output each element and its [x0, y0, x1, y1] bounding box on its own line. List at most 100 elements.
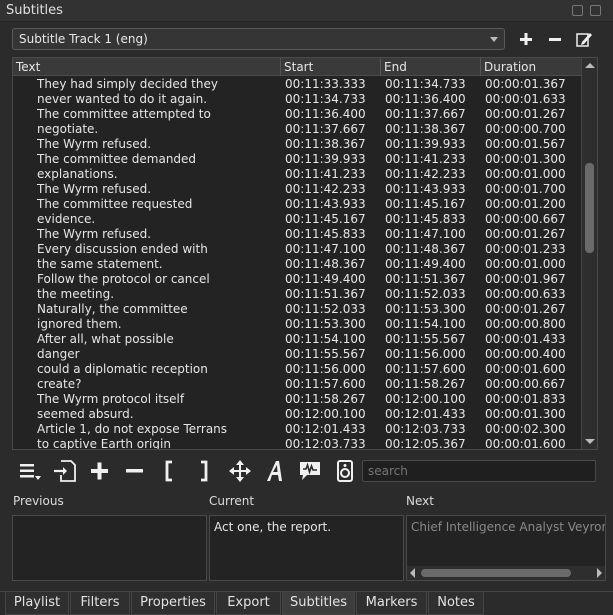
- panel-title: Subtitles: [6, 3, 63, 18]
- cell-duration: 00:00:00.700: [485, 122, 566, 136]
- column-header-start[interactable]: Start: [281, 58, 381, 76]
- import-button[interactable]: [49, 455, 79, 485]
- table-row[interactable]: Every discussion ended with 00:11:47.100 0…: [13, 242, 581, 257]
- table-row[interactable]: ignored them. 00:11:53.300 00:11:54.100 00:…: [13, 317, 581, 332]
- cell-end: 00:11:41.233: [385, 152, 466, 166]
- speaker-icon: [337, 460, 353, 482]
- cell-end: 00:12:05.367: [385, 437, 466, 449]
- table-row[interactable]: negotiate. 00:11:37.667 00:11:38.367 00:00:…: [13, 122, 581, 137]
- cell-start: 00:12:01.433: [285, 422, 366, 436]
- table-header: Text Start End Duration: [13, 58, 581, 76]
- cell-end: 00:11:54.100: [385, 317, 466, 331]
- scroll-right-icon[interactable]: [597, 568, 602, 578]
- table-row[interactable]: never wanted to do it again. 00:11:34.733…: [13, 92, 581, 107]
- table-vertical-scrollbar[interactable]: [581, 58, 597, 449]
- tab-properties[interactable]: Properties: [131, 592, 215, 615]
- table-row[interactable]: could a diplomatic reception 00:11:56.000…: [13, 362, 581, 377]
- column-header-text[interactable]: Text: [13, 58, 281, 76]
- text-to-speech-button[interactable]: [329, 455, 359, 485]
- cell-end: 00:12:00.100: [385, 392, 466, 406]
- cell-duration: 00:00:01.267: [485, 302, 566, 316]
- float-icon[interactable]: [572, 5, 583, 16]
- tab-notes[interactable]: Notes: [428, 592, 484, 615]
- scroll-down-icon[interactable]: [585, 439, 595, 444]
- table-row[interactable]: The Wyrm refused. 00:11:38.367 00:11:39.93…: [13, 137, 581, 152]
- current-subtitle-pane[interactable]: Act one, the report.: [209, 515, 404, 581]
- set-start-button[interactable]: [154, 455, 184, 485]
- cell-end: 00:11:52.033: [385, 287, 466, 301]
- table-row[interactable]: Follow the protocol or cancel 00:11:49.40…: [13, 272, 581, 287]
- column-header-duration[interactable]: Duration: [481, 58, 581, 76]
- add-track-button[interactable]: [516, 29, 536, 49]
- cell-end: 00:11:48.367: [385, 242, 466, 256]
- tab-export[interactable]: Export: [216, 592, 281, 615]
- cell-start: 00:11:58.267: [285, 392, 366, 406]
- table-row[interactable]: The committee requested 00:11:43.933 00:11…: [13, 197, 581, 212]
- move-button[interactable]: [224, 455, 254, 485]
- cell-end: 00:11:47.100: [385, 227, 466, 241]
- table-row[interactable]: Naturally, the committee 00:11:52.033 00:1…: [13, 302, 581, 317]
- menu-button[interactable]: [14, 455, 44, 485]
- cell-start: 00:12:03.733: [285, 437, 366, 449]
- table-row[interactable]: The Wyrm refused. 00:11:45.833 00:11:47.10…: [13, 227, 581, 242]
- column-header-end[interactable]: End: [381, 58, 481, 76]
- current-label: Current: [209, 494, 255, 508]
- table-row[interactable]: The committee attempted to 00:11:36.400 00…: [13, 107, 581, 122]
- table-row[interactable]: After all, what possible 00:11:54.100 00:1…: [13, 332, 581, 347]
- scroll-thumb[interactable]: [421, 569, 571, 577]
- table-row[interactable]: They had simply decided they 00:11:33.333…: [13, 77, 581, 92]
- cell-duration: 00:00:01.367: [485, 77, 566, 91]
- text-style-button[interactable]: [259, 455, 289, 485]
- cell-end: 00:11:45.833: [385, 212, 466, 226]
- table-row[interactable]: seemed absurd. 00:12:00.100 00:12:01.433 00…: [13, 407, 581, 422]
- add-subtitle-button[interactable]: [84, 455, 114, 485]
- scroll-thumb[interactable]: [585, 163, 594, 253]
- subtitle-track-value: Subtitle Track 1 (eng): [19, 32, 148, 46]
- edit-track-button[interactable]: [574, 29, 594, 49]
- table-row[interactable]: The Wyrm protocol itself 00:11:58.267 00:1…: [13, 392, 581, 407]
- table-row[interactable]: the meeting. 00:11:51.367 00:11:52.033 00:0…: [13, 287, 581, 302]
- next-label: Next: [406, 494, 434, 508]
- set-end-button[interactable]: [189, 455, 219, 485]
- cell-text: evidence.: [37, 212, 96, 226]
- cell-duration: 00:00:01.200: [485, 197, 566, 211]
- tab-subtitles[interactable]: Subtitles: [282, 592, 355, 615]
- plus-icon: [91, 462, 108, 480]
- table-row[interactable]: The committee demanded 00:11:39.933 00:11:…: [13, 152, 581, 167]
- tab-filters[interactable]: Filters: [70, 592, 130, 615]
- close-icon[interactable]: [590, 5, 601, 16]
- cell-end: 00:11:49.400: [385, 257, 466, 271]
- cell-text: The Wyrm protocol itself: [37, 392, 185, 406]
- speech-bubble-icon: [300, 462, 320, 480]
- search-input[interactable]: [362, 460, 596, 482]
- table-row[interactable]: The Wyrm refused. 00:11:42.233 00:11:43.93…: [13, 182, 581, 197]
- table-row[interactable]: explanations. 00:11:41.233 00:11:42.233 00:…: [13, 167, 581, 182]
- table-row[interactable]: to captive Earth origin 00:12:03.733 00:12…: [13, 437, 581, 449]
- cell-start: 00:11:54.100: [285, 332, 366, 346]
- cell-start: 00:11:49.400: [285, 272, 366, 286]
- cell-text: The Wyrm refused.: [37, 227, 152, 241]
- tab-playlist[interactable]: Playlist: [5, 592, 69, 615]
- cell-end: 00:11:38.367: [385, 122, 466, 136]
- scroll-up-icon[interactable]: [585, 63, 595, 68]
- previous-label: Previous: [13, 494, 64, 508]
- table-row[interactable]: the same statement. 00:11:48.367 00:11:49.…: [13, 257, 581, 272]
- subtitle-table[interactable]: Text Start End Duration They had simply …: [12, 57, 598, 450]
- cell-text: the meeting.: [37, 287, 115, 301]
- cell-start: 00:11:51.367: [285, 287, 366, 301]
- remove-subtitle-button[interactable]: [119, 455, 149, 485]
- plus-icon: [520, 33, 532, 45]
- cell-text: Follow the protocol or cancel: [37, 272, 210, 286]
- table-row[interactable]: Article 1, do not expose Terrans 00:12:01…: [13, 422, 581, 437]
- cell-text: danger: [37, 347, 80, 361]
- speech-to-text-button[interactable]: [294, 455, 324, 485]
- table-row[interactable]: create? 00:11:57.600 00:11:58.267 00:00:00.…: [13, 377, 581, 392]
- tab-markers[interactable]: Markers: [356, 592, 427, 615]
- subtitle-track-select[interactable]: Subtitle Track 1 (eng): [12, 28, 505, 50]
- remove-track-button[interactable]: [545, 29, 565, 49]
- table-row[interactable]: danger 00:11:55.567 00:11:56.000 00:00:00.4…: [13, 347, 581, 362]
- previous-subtitle-pane: [12, 515, 207, 581]
- next-pane-horizontal-scrollbar[interactable]: [407, 566, 605, 580]
- scroll-left-icon[interactable]: [410, 568, 415, 578]
- table-row[interactable]: evidence. 00:11:45.167 00:11:45.833 00:00:0…: [13, 212, 581, 227]
